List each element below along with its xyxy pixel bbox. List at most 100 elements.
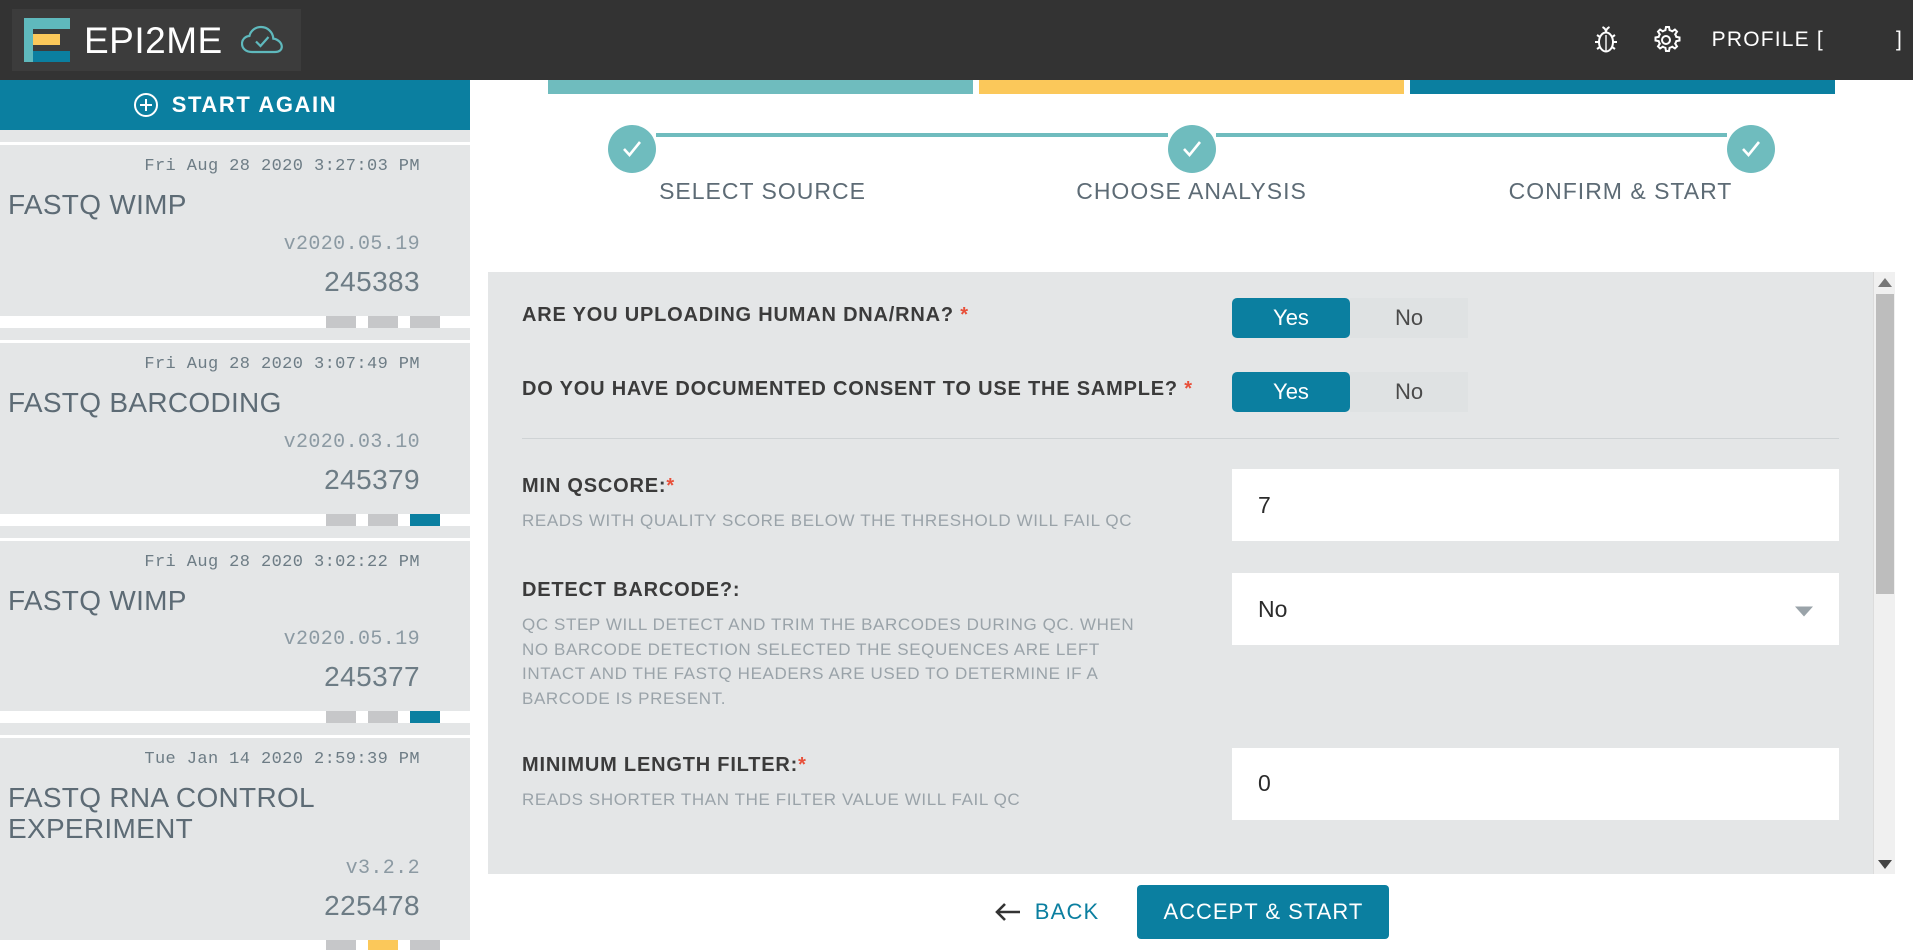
workflow-version: v2020.05.19: [283, 628, 420, 652]
min-length-input[interactable]: 0: [1232, 747, 1839, 820]
min-qscore-input[interactable]: 7: [1232, 469, 1839, 541]
logo-block[interactable]: EPI2ME: [12, 9, 301, 71]
workflow-status-segments: [0, 513, 470, 526]
workflow-status-segment: [410, 315, 440, 328]
step-confirm-start[interactable]: [1727, 125, 1775, 173]
workflow-name: FASTQ WIMP: [8, 584, 187, 616]
step-select-source[interactable]: [608, 125, 656, 173]
workflow-status-segment: [410, 513, 440, 526]
yes-no-toggle[interactable]: Yes No: [1232, 372, 1839, 412]
check-icon: [1727, 125, 1775, 173]
toggle-yes-button[interactable]: Yes: [1232, 298, 1350, 338]
workflow-card-divider: [0, 142, 470, 145]
workflow-id: 225478: [324, 889, 420, 921]
workflow-name: FASTQ RNA CONTROL EXPERIMENT: [8, 782, 314, 845]
back-button[interactable]: BACK: [994, 899, 1100, 925]
workflow-date: Fri Aug 28 2020 3:02:22 PM: [144, 552, 420, 572]
workflow-status-segments: [0, 315, 470, 328]
field-min-qscore: 7: [1232, 469, 1839, 541]
workflow-status-segment: [326, 711, 356, 724]
back-label: BACK: [1034, 899, 1100, 924]
workflow-status-segment: [326, 315, 356, 328]
top-bar-actions: PROFILE []: [1576, 0, 1913, 80]
workflow-card[interactable]: Fri Aug 28 2020 3:02:22 PM FASTQ WIMP v202…: [0, 525, 470, 724]
yes-no-toggle[interactable]: Yes No: [1232, 298, 1839, 338]
form-row-human-dna: ARE YOU UPLOADING HUMAN DNA/RNA? * Yes N…: [488, 298, 1873, 338]
workflow-status-segment: [410, 711, 440, 724]
workflow-status-segment: [326, 513, 356, 526]
stepper-bar-2: [1410, 80, 1835, 94]
gear-icon[interactable]: [1640, 14, 1692, 66]
label-text: DETECT BARCODE?:: [522, 579, 741, 601]
label-text: MIN QSCORE:: [522, 475, 667, 497]
step-choose-analysis[interactable]: [1167, 125, 1216, 173]
stepper-bar-0: [548, 80, 973, 94]
form-footer: BACK ACCEPT & START: [470, 874, 1913, 950]
scroll-up-icon[interactable]: [1874, 272, 1895, 292]
toggle-no-button[interactable]: No: [1350, 372, 1468, 412]
workflow-id: 245377: [324, 661, 420, 693]
plus-circle-icon: [133, 92, 159, 118]
profile-indicator[interactable]: PROFILE []: [1712, 28, 1903, 52]
form-label-detect-barcode: DETECT BARCODE?: QC STEP WILL DETECT AND…: [522, 573, 1222, 712]
profile-prefix: PROFILE [: [1711, 28, 1824, 51]
form-label-min-length: MINIMUM LENGTH FILTER:* READS SHORTER TH…: [522, 748, 1222, 813]
accept-and-start-button[interactable]: ACCEPT & START: [1137, 885, 1390, 939]
required-asterisk: *: [960, 304, 969, 326]
stepper-progress-bars: [548, 80, 1835, 94]
form-row-detect-barcode: DETECT BARCODE?: QC STEP WILL DETECT AND…: [488, 573, 1873, 712]
form-content: ARE YOU UPLOADING HUMAN DNA/RNA? * Yes N…: [488, 272, 1873, 820]
workflow-id: 245379: [324, 463, 420, 495]
workflow-card-divider: [0, 735, 470, 739]
brand-title: EPI2ME: [84, 19, 223, 61]
workflow-card[interactable]: Fri Aug 28 2020 3:27:03 PM FASTQ WIMP v202…: [0, 130, 470, 328]
help-text-detect-barcode: QC STEP WILL DETECT AND TRIM THE BARCODE…: [522, 615, 1135, 708]
top-bar: EPI2ME PROFILE []: [0, 0, 1913, 80]
form-label-consent: DO YOU HAVE DOCUMENTED CONSENT TO USE TH…: [522, 372, 1222, 402]
workflow-card[interactable]: Fri Aug 28 2020 3:07:49 PM FASTQ BARCODIN…: [0, 327, 470, 526]
form-row-min-length: MINIMUM LENGTH FILTER:* READS SHORTER TH…: [488, 747, 1873, 820]
profile-suffix: ]: [1895, 28, 1903, 51]
main-panel: SELECT SOURCE CHOOSE ANALYSIS CONFIRM & …: [470, 80, 1913, 950]
workflow-version: v3.2.2: [345, 856, 420, 880]
form-scroll-thumb[interactable]: [1876, 294, 1894, 594]
detect-barcode-select[interactable]: No: [1232, 573, 1839, 645]
stepper: [548, 94, 1835, 204]
stepper-bar-1: [979, 80, 1404, 94]
field-min-length: 0: [1232, 747, 1839, 820]
form-scrollbar[interactable]: [1873, 272, 1895, 874]
scroll-down-icon[interactable]: [1874, 854, 1895, 874]
workflow-status-segment: [368, 711, 398, 724]
bug-icon[interactable]: [1580, 14, 1632, 66]
workflow-version: v2020.05.19: [283, 232, 420, 256]
workflow-card[interactable]: Tue Jan 14 2020 2:59:39 PM FASTQ RNA CONT…: [0, 723, 470, 950]
required-asterisk: *: [798, 753, 807, 776]
workflow-date: Tue Jan 14 2020 2:59:39 PM: [144, 750, 420, 770]
start-again-button[interactable]: START AGAIN: [0, 80, 470, 130]
arrow-left-icon: [994, 902, 1022, 922]
stepper-connector-1: [656, 133, 1168, 137]
workflow-status-segment: [368, 315, 398, 328]
workflow-status-segment: [368, 939, 398, 950]
label-text: MINIMUM LENGTH FILTER:: [522, 753, 799, 776]
workflow-status-segments: [0, 939, 470, 950]
sidebar: START AGAIN Fri Aug 28 2020 3:27:03 PM FA…: [0, 80, 470, 950]
form-row-min-qscore: MIN QSCORE:* READS WITH QUALITY SCORE BE…: [488, 469, 1873, 541]
workflow-name: FASTQ WIMP: [8, 189, 187, 220]
field-detect-barcode: No: [1232, 573, 1839, 645]
help-text-min-qscore: READS WITH QUALITY SCORE BELOW THE THRES…: [522, 511, 1133, 530]
form-label-min-qscore: MIN QSCORE:* READS WITH QUALITY SCORE BE…: [522, 469, 1222, 534]
workflow-status-segment: [410, 939, 440, 950]
toggle-yes-button[interactable]: Yes: [1232, 372, 1350, 412]
required-asterisk: *: [666, 475, 675, 497]
toggle-no-button[interactable]: No: [1350, 298, 1468, 338]
label-text: DO YOU HAVE DOCUMENTED CONSENT TO USE TH…: [522, 378, 1178, 400]
cloud-check-icon: [240, 25, 283, 55]
workflow-list[interactable]: Fri Aug 28 2020 3:27:03 PM FASTQ WIMP v202…: [0, 130, 470, 950]
form-scroll-viewport: ARE YOU UPLOADING HUMAN DNA/RNA? * Yes N…: [488, 272, 1873, 874]
detect-barcode-value: No: [1258, 595, 1288, 622]
start-again-label: START AGAIN: [171, 92, 338, 117]
workflow-id: 245383: [324, 265, 420, 297]
workflow-status-segments: [0, 711, 470, 724]
workflow-status-segment: [326, 939, 356, 950]
